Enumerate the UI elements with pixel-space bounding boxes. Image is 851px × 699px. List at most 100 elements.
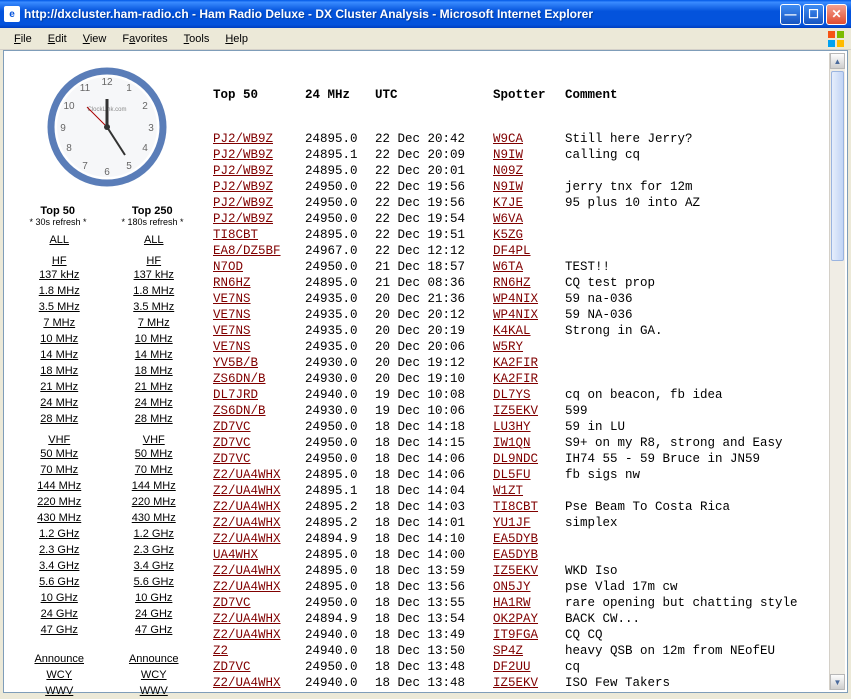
spotter-link[interactable]: EA5DYB <box>493 548 538 562</box>
callsign-link[interactable]: UA4WHX <box>213 548 258 562</box>
band-footer-link[interactable]: WWV <box>45 684 73 699</box>
band-link[interactable]: 24 MHz <box>40 396 78 411</box>
menu-help[interactable]: Help <box>217 31 256 47</box>
spotter-link[interactable]: KA2FIR <box>493 356 538 370</box>
spotter-link[interactable]: W6TA <box>493 260 523 274</box>
minimize-button[interactable]: — <box>780 4 801 25</box>
band-link[interactable]: 3.5 MHz <box>39 300 80 315</box>
band-link[interactable]: 7 MHz <box>138 316 170 331</box>
callsign-link[interactable]: Z2/UA4WHX <box>213 628 281 642</box>
band-link[interactable]: 2.3 GHz <box>134 543 174 558</box>
spotter-link[interactable]: OK2PAY <box>493 612 538 626</box>
close-button[interactable]: ✕ <box>826 4 847 25</box>
spotter-link[interactable]: IZ5EKV <box>493 404 538 418</box>
callsign-link[interactable]: RN6HZ <box>213 276 251 290</box>
spotter-link[interactable]: WP4NIX <box>493 292 538 306</box>
callsign-link[interactable]: EA8/DZ5BF <box>213 244 281 258</box>
callsign-link[interactable]: PJ2/WB9Z <box>213 132 273 146</box>
menu-tools[interactable]: Tools <box>176 31 218 47</box>
band-link[interactable]: 3.4 GHz <box>39 559 79 574</box>
band-link[interactable]: 21 MHz <box>135 380 173 395</box>
band-link[interactable]: 1.2 GHz <box>134 527 174 542</box>
spotter-link[interactable]: IZ5EKV <box>493 676 538 690</box>
band-footer-link[interactable]: WCY <box>141 668 167 683</box>
callsign-link[interactable]: Z2/UA4WHX <box>213 468 281 482</box>
callsign-link[interactable]: DL7JRD <box>213 388 258 402</box>
band-link[interactable]: 144 MHz <box>37 479 81 494</box>
callsign-link[interactable]: Z2/UA4WHX <box>213 580 281 594</box>
callsign-link[interactable]: VE7NS <box>213 340 251 354</box>
spotter-link[interactable]: SP4Z <box>493 644 523 658</box>
spotter-link[interactable]: W5RY <box>493 340 523 354</box>
spotter-link[interactable]: W1ZT <box>493 484 523 498</box>
band-link[interactable]: 1.2 GHz <box>39 527 79 542</box>
menu-favorites[interactable]: Favorites <box>114 31 175 47</box>
spotter-link[interactable]: IZ5EKV <box>493 564 538 578</box>
band-link[interactable]: 5.6 GHz <box>39 575 79 590</box>
callsign-link[interactable]: Z2 <box>213 644 228 658</box>
band-footer-link[interactable]: Announce <box>129 652 179 667</box>
spotter-link[interactable]: DL7YS <box>493 388 531 402</box>
band-link[interactable]: 70 MHz <box>40 463 78 478</box>
menu-file[interactable]: File <box>6 31 40 47</box>
band-link[interactable]: 70 MHz <box>135 463 173 478</box>
band-link[interactable]: 2.3 GHz <box>39 543 79 558</box>
band-link[interactable]: 18 MHz <box>135 364 173 379</box>
spotter-link[interactable]: DL5FU <box>493 468 531 482</box>
band-footer-link[interactable]: WWV <box>140 684 168 699</box>
band-link[interactable]: 47 GHz <box>41 623 78 638</box>
spotter-link[interactable]: YU1JF <box>493 516 531 530</box>
callsign-link[interactable]: PJ2/WB9Z <box>213 164 273 178</box>
spotter-link[interactable]: KA2FIR <box>493 372 538 386</box>
band-link[interactable]: 18 MHz <box>40 364 78 379</box>
callsign-link[interactable]: ZD7VC <box>213 596 251 610</box>
band-link[interactable]: 220 MHz <box>132 495 176 510</box>
callsign-link[interactable]: PJ2/WB9Z <box>213 212 273 226</box>
spotter-link[interactable]: WP4NIX <box>493 308 538 322</box>
callsign-link[interactable]: ZD7VC <box>213 420 251 434</box>
band-link[interactable]: 1.8 MHz <box>39 284 80 299</box>
band-link[interactable]: 28 MHz <box>135 412 173 427</box>
band-link[interactable]: 137 kHz <box>134 268 174 283</box>
callsign-link[interactable]: ZS6DN/B <box>213 404 266 418</box>
band-link[interactable]: 47 GHz <box>135 623 172 638</box>
spotter-link[interactable]: K4KAL <box>493 324 531 338</box>
band-link[interactable]: 50 MHz <box>40 447 78 462</box>
callsign-link[interactable]: Z2/UA4WHX <box>213 516 281 530</box>
scroll-down-button[interactable]: ▼ <box>830 674 845 690</box>
spotter-link[interactable]: DF4PL <box>493 244 531 258</box>
callsign-link[interactable]: YV5B/B <box>213 356 258 370</box>
callsign-link[interactable]: Z2/UA4WHX <box>213 564 281 578</box>
band-link[interactable]: 7 MHz <box>43 316 75 331</box>
band-link[interactable]: 3.5 MHz <box>133 300 174 315</box>
band-link[interactable]: 21 MHz <box>40 380 78 395</box>
spotter-link[interactable]: DF2UU <box>493 660 531 674</box>
spotter-link[interactable]: LU3HY <box>493 420 531 434</box>
callsign-link[interactable]: Z2/UA4WHX <box>213 484 281 498</box>
callsign-link[interactable]: TI8CBT <box>213 228 258 242</box>
band-link[interactable]: 137 kHz <box>39 268 79 283</box>
spotter-link[interactable]: IW1QN <box>493 436 531 450</box>
callsign-link[interactable]: PJ2/WB9Z <box>213 148 273 162</box>
band-all[interactable]: ALL <box>144 233 164 248</box>
callsign-link[interactable]: Z2/UA4WHX <box>213 676 281 690</box>
band-link[interactable]: 430 MHz <box>132 511 176 526</box>
spotter-link[interactable]: K7JE <box>493 196 523 210</box>
band-link[interactable]: 1.8 MHz <box>133 284 174 299</box>
spotter-link[interactable]: IT9FGA <box>493 628 538 642</box>
band-link[interactable]: 28 MHz <box>40 412 78 427</box>
band-link[interactable]: 430 MHz <box>37 511 81 526</box>
band-link[interactable]: 24 GHz <box>41 607 78 622</box>
menu-edit[interactable]: Edit <box>40 31 75 47</box>
scroll-thumb[interactable] <box>831 71 844 261</box>
spotter-link[interactable]: W9CA <box>493 132 523 146</box>
band-link[interactable]: 24 GHz <box>135 607 172 622</box>
spotter-link[interactable]: N09Z <box>493 164 523 178</box>
spotter-link[interactable]: ON5JY <box>493 580 531 594</box>
spotter-link[interactable]: N9IW <box>493 180 523 194</box>
callsign-link[interactable]: VE7NS <box>213 324 251 338</box>
spotter-link[interactable]: K5ZG <box>493 228 523 242</box>
band-link[interactable]: 144 MHz <box>132 479 176 494</box>
callsign-link[interactable]: VE7NS <box>213 308 251 322</box>
callsign-link[interactable]: ZD7VC <box>213 436 251 450</box>
